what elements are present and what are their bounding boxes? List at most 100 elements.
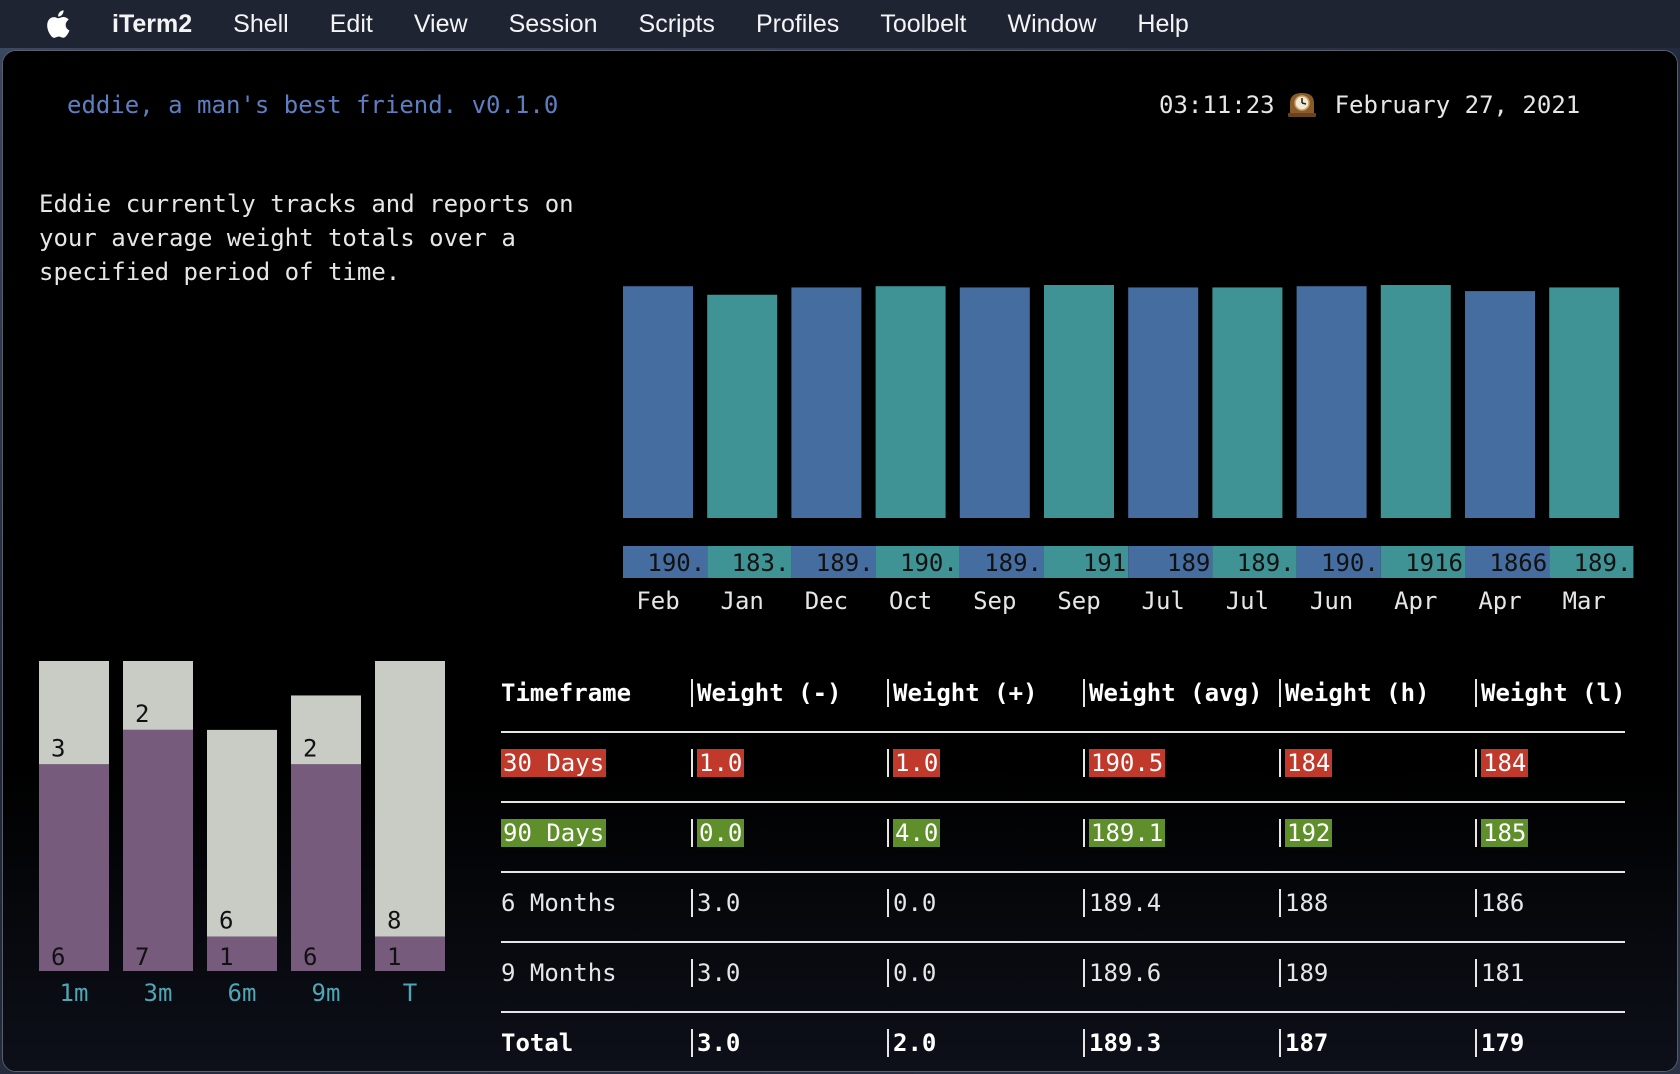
stack-axis-label: 3m (144, 979, 173, 1007)
cell-value: 189 (1285, 959, 1329, 987)
cell-weight-avg: 189.6 (1083, 959, 1161, 987)
menu-help[interactable]: Help (1137, 10, 1188, 39)
month-bar (1465, 291, 1535, 518)
timeframe-stacked-chart: 361m273m616m269m81T (39, 661, 445, 1007)
month-axis-label: Mar (1563, 587, 1606, 615)
cell-value: 184 (1481, 749, 1529, 777)
menu-window[interactable]: Window (1007, 10, 1096, 39)
app-title: eddie, a man's best friend. v0.1.0 (67, 91, 559, 119)
menu-profiles[interactable]: Profiles (756, 10, 839, 39)
month-bar (623, 286, 693, 518)
cell-weight-minus: 3.0 (691, 959, 740, 987)
month-axis-label: Sep (973, 587, 1016, 615)
cell-value: 190.5 (1089, 749, 1166, 777)
cell-value: 2.0 (893, 1029, 937, 1057)
bar-value-label: 190. (647, 549, 705, 577)
menu-iterm2[interactable]: iTerm2 (112, 10, 192, 39)
cell-value: 189.3 (1089, 1029, 1162, 1057)
menu-edit[interactable]: Edit (330, 10, 373, 39)
month-axis-label: Feb (636, 587, 679, 615)
menu-scripts[interactable]: Scripts (639, 10, 715, 39)
month-bar (875, 286, 946, 518)
cell-weight-minus: 1.0 (691, 749, 745, 777)
stack-lower-label: 6 (51, 943, 65, 971)
apple-icon[interactable] (42, 8, 72, 40)
stack-axis-label: 1m (60, 979, 89, 1007)
cell-weight-plus: 4.0 (887, 819, 941, 847)
bar-value-label: 189. (1237, 549, 1295, 577)
stack-upper-label: 3 (51, 734, 65, 762)
cell-value: 4.0 (893, 819, 941, 847)
month-bar (1380, 285, 1451, 518)
month-bar (959, 287, 1030, 518)
menu-session[interactable]: Session (509, 10, 598, 39)
stack-upper-label: 8 (387, 907, 401, 935)
cell-value: 9 Months (501, 959, 617, 987)
bar-value-label: 1866 (1489, 549, 1547, 577)
stack-segment-lower (291, 764, 361, 971)
month-axis-label: Jun (1310, 587, 1353, 615)
cell-weight-low: 185 (1475, 819, 1529, 847)
cell-weight-low: 186 (1475, 889, 1524, 917)
cell-value: Total (501, 1029, 574, 1057)
cell-timeframe: Total (501, 1029, 573, 1057)
month-axis-label: Jul (1142, 587, 1185, 615)
stack-segment-lower (123, 729, 193, 971)
month-axis-label: Dec (805, 587, 848, 615)
menu-shell[interactable]: Shell (233, 10, 289, 39)
month-bar (1044, 285, 1114, 518)
menu-bar: iTerm2 Shell Edit View Session Scripts P… (0, 0, 1680, 48)
cell-value: 1.0 (893, 749, 941, 777)
bar-value-label: 189. (1574, 549, 1632, 577)
cell-weight-high: 188 (1279, 889, 1328, 917)
cell-weight-low: 181 (1475, 959, 1524, 987)
cell-value: 186 (1481, 889, 1525, 917)
cell-weight-avg: 190.5 (1083, 749, 1166, 777)
stack-lower-label: 1 (387, 943, 401, 971)
cell-value: 0.0 (893, 889, 937, 917)
bar-value-label: 190. (900, 549, 958, 577)
bar-value-label: 189. (984, 549, 1042, 577)
cell-weight-avg: 189.4 (1083, 889, 1161, 917)
weight-table: Timeframe Weight (-) Weight (+) Weight (… (501, 663, 1626, 1071)
cell-value: 189.6 (1089, 959, 1162, 987)
cell-value: 3.0 (697, 889, 741, 917)
description-text: Eddie currently tracks and reports on yo… (39, 190, 574, 286)
cell-weight-plus: 0.0 (887, 959, 936, 987)
month-axis-label: Apr (1394, 587, 1437, 615)
col-header-weight-plus: Weight (+) (887, 679, 1038, 707)
cell-value: 189.4 (1089, 889, 1162, 917)
cell-value: 184 (1285, 749, 1333, 777)
table-body: 30 Days 1.0 1.0 190.5 184 184 90 Days 0.0 4.0 189… (501, 733, 1625, 1071)
cell-timeframe: 30 Days (501, 749, 607, 777)
stack-axis-label: 6m (228, 979, 257, 1007)
terminal-content: eddie, a man's best friend. v0.1.0 03:11… (3, 51, 1677, 1071)
stack-axis-label: 9m (312, 979, 341, 1007)
cell-value: 3.0 (697, 959, 741, 987)
month-axis-label: Oct (889, 587, 932, 615)
menu-view[interactable]: View (414, 10, 468, 39)
terminal-window[interactable]: eddie, a man's best friend. v0.1.0 03:11… (2, 50, 1678, 1072)
col-header-weight-minus: Weight (-) (691, 679, 842, 707)
cell-value: 0.0 (893, 959, 937, 987)
cell-weight-plus: 1.0 (887, 749, 941, 777)
col-header-timeframe: Timeframe (501, 679, 632, 707)
stack-segment-lower (375, 936, 445, 971)
bar-value-label: 190. (1321, 549, 1379, 577)
cell-value: 0.0 (697, 819, 745, 847)
mantelpiece-clock-icon (1287, 93, 1316, 117)
cell-weight-high: 184 (1279, 749, 1333, 777)
stack-segment-lower (207, 936, 277, 971)
menu-toolbelt[interactable]: Toolbelt (880, 10, 966, 39)
table-row: 6 Months 3.0 0.0 189.4 188 186 (501, 873, 1625, 943)
month-axis-label: Apr (1478, 587, 1521, 615)
cell-weight-avg: 189.3 (1083, 1029, 1161, 1057)
col-header-weight-low: Weight (l) (1475, 679, 1626, 707)
table-row: 9 Months 3.0 0.0 189.6 189 181 (501, 943, 1625, 1013)
table-header-row: Timeframe Weight (-) Weight (+) Weight (… (501, 663, 1626, 733)
cell-timeframe: 6 Months (501, 889, 617, 917)
cell-value: 179 (1481, 1029, 1525, 1057)
month-bar (707, 294, 778, 518)
bar-value-label: 189 (1167, 549, 1210, 577)
month-axis-label: Sep (1057, 587, 1100, 615)
